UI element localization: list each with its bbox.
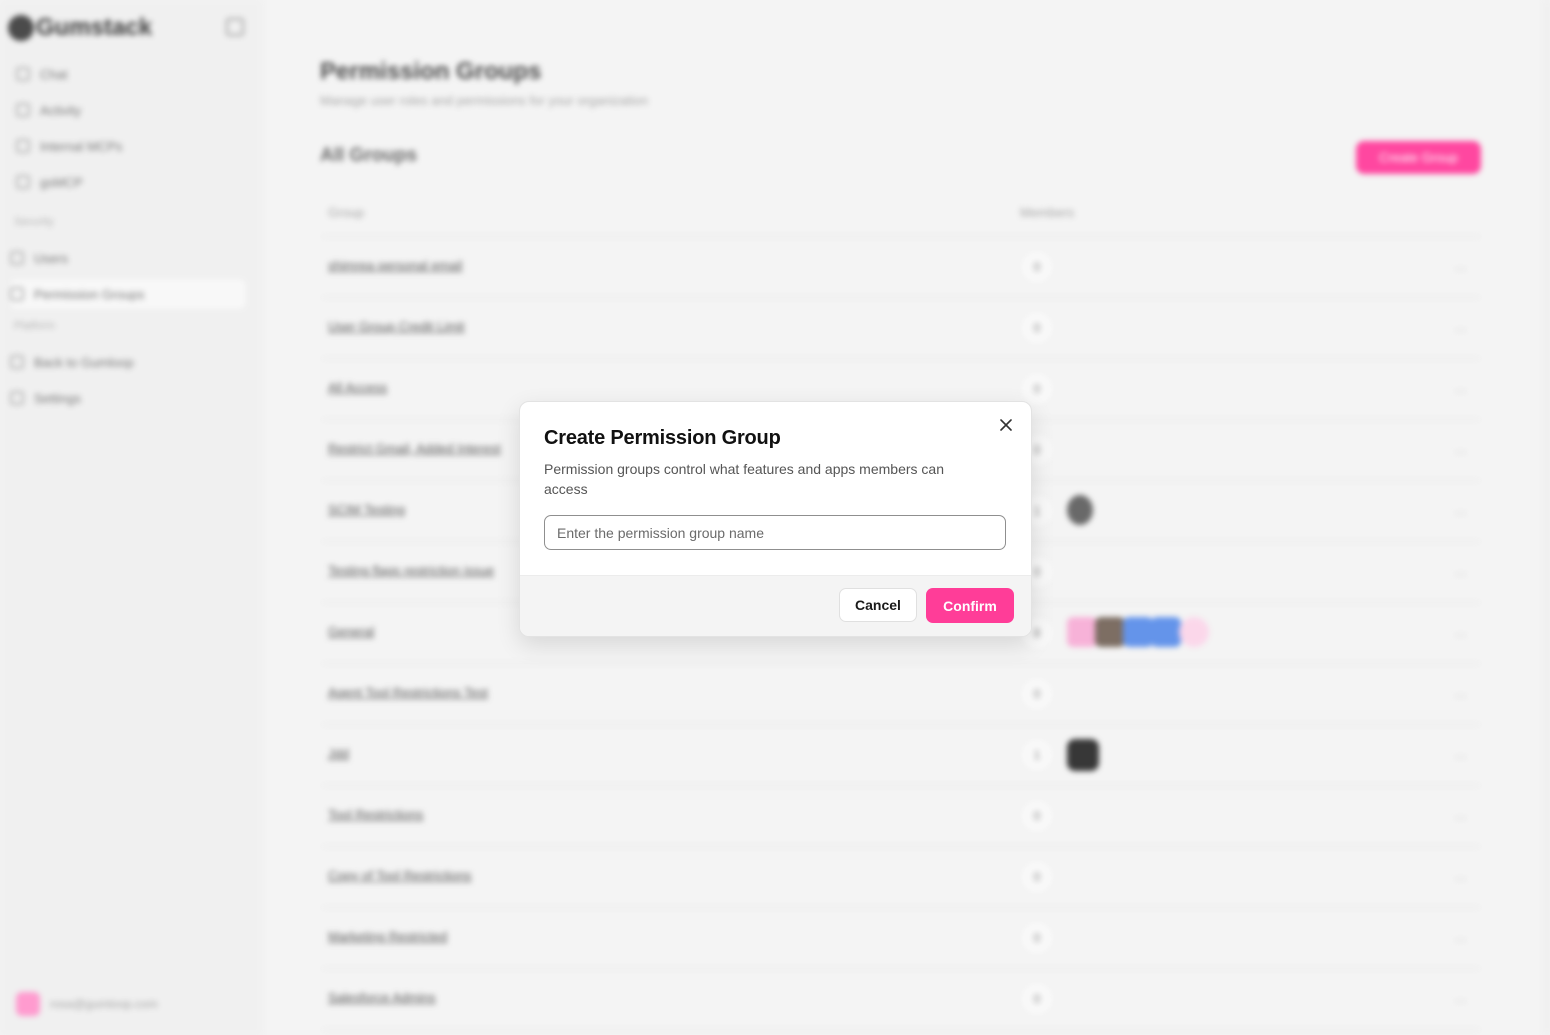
close-icon-glyph	[1000, 419, 1012, 431]
dialog-title: Create Permission Group	[544, 427, 781, 449]
dialog-footer: Cancel Confirm	[520, 575, 1031, 636]
create-permission-group-dialog: Create Permission Group Permission group…	[519, 401, 1032, 637]
dialog-description: Permission groups control what features …	[544, 461, 944, 497]
confirm-button[interactable]: Confirm	[926, 588, 1014, 623]
cancel-button[interactable]: Cancel	[839, 588, 917, 622]
close-icon[interactable]	[998, 417, 1014, 433]
permission-group-name-input[interactable]	[544, 515, 1006, 550]
